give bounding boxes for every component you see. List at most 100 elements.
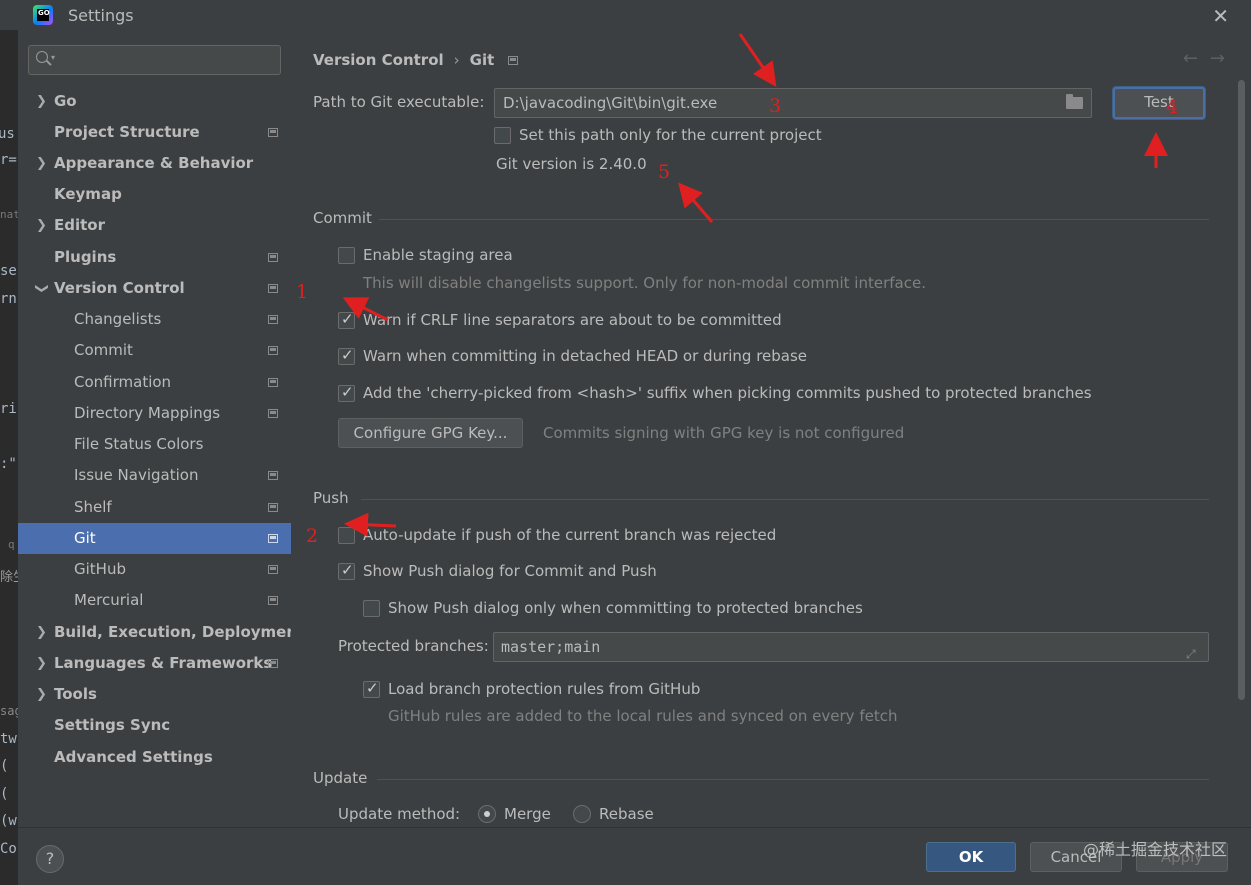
project-settings-icon (268, 378, 278, 387)
sidebar-item-label: Tools (54, 685, 97, 703)
forward-arrow-icon[interactable]: → (1210, 48, 1237, 69)
rebase-radio[interactable] (573, 805, 591, 823)
sidebar-item-mercurial[interactable]: Mercurial (18, 585, 291, 616)
sidebar-item-appearance-behavior[interactable]: ❯ Appearance & Behavior (18, 148, 291, 179)
sidebar-item-label: Editor (54, 216, 105, 234)
show-push-dialog-checkbox[interactable] (338, 561, 355, 580)
auto-update-checkbox[interactable] (338, 527, 355, 544)
git-path-value: D:\javacoding\Git\bin\git.exe (503, 94, 718, 112)
sidebar-item-editor[interactable]: ❯ Editor (18, 210, 291, 241)
settings-sidebar: ▾ ❯ Go Project Structure ❯ Appearance & … (18, 30, 304, 827)
goland-logo-icon: GO (33, 5, 53, 25)
breadcrumb-parent[interactable]: Version Control (313, 51, 444, 69)
sidebar-item-label: Appearance & Behavior (54, 154, 254, 172)
sidebar-item-label: Project Structure (54, 123, 200, 141)
bg-text: us (0, 126, 15, 142)
bg-text: q (8, 538, 15, 551)
git-path-field[interactable]: D:\javacoding\Git\bin\git.exe (494, 88, 1092, 118)
show-push-dialog-label: Show Push dialog for Commit and Push (363, 562, 657, 580)
watermark: @稀土掘金技术社区 (1082, 840, 1227, 859)
settings-content: Version Control › Git ←→ Path to Git execu… (291, 30, 1251, 827)
sidebar-item-label: Directory Mappings (74, 404, 221, 422)
sidebar-item-languages-frameworks[interactable]: ❯ Languages & Frameworks (18, 648, 291, 679)
update-method-label: Update method: (338, 805, 461, 823)
annotation-number-1: 1 (296, 281, 309, 303)
sidebar-item-version-control[interactable]: ❯ Version Control (18, 273, 291, 304)
bg-text: r= (0, 152, 17, 168)
sidebar-item-github[interactable]: GitHub (18, 554, 291, 585)
sidebar-item-settings-sync[interactable]: Settings Sync (18, 710, 291, 741)
folder-icon[interactable] (1066, 94, 1083, 109)
sidebar-item-label: Build, Execution, Deployment (54, 623, 305, 641)
rebase-label: Rebase (599, 805, 654, 823)
bg-text: ( (0, 786, 9, 802)
sidebar-item-directory-mappings[interactable]: Directory Mappings (18, 398, 291, 429)
search-icon (36, 51, 48, 63)
sidebar-item-label: File Status Colors (74, 435, 204, 453)
crlf-warning-checkbox[interactable] (338, 310, 355, 329)
merge-radio[interactable] (478, 805, 496, 823)
test-button[interactable]: Test (1113, 87, 1205, 119)
sidebar-item-go[interactable]: ❯ Go (18, 86, 291, 117)
sidebar-item-file-status-colors[interactable]: File Status Colors (18, 429, 291, 460)
cherry-pick-suffix-checkbox[interactable] (338, 383, 355, 402)
project-settings-icon (268, 315, 278, 324)
bg-text: nat (0, 208, 18, 221)
window-title: Settings (68, 6, 134, 25)
bg-text: Co (0, 841, 17, 857)
load-protection-rules-label: Load branch protection rules from GitHub (388, 680, 701, 698)
sidebar-item-label: Git (74, 529, 96, 547)
section-divider (361, 499, 1209, 500)
close-icon[interactable]: ✕ (1212, 4, 1229, 28)
project-only-checkbox[interactable] (494, 127, 511, 144)
sidebar-item-label: Shelf (74, 498, 112, 516)
detached-head-checkbox[interactable] (338, 346, 355, 365)
sidebar-item-label: Advanced Settings (54, 748, 213, 766)
annotation-number-5: 5 (658, 161, 671, 183)
settings-dialog: GO Settings ✕ ▾ ❯ Go Project Structure ❯… (0, 0, 1251, 885)
sidebar-item-advanced-settings[interactable]: Advanced Settings (18, 742, 291, 773)
back-arrow-icon[interactable]: ← (1183, 48, 1210, 69)
sidebar-item-shelf[interactable]: Shelf (18, 492, 291, 523)
sidebar-item-tools[interactable]: ❯ Tools (18, 679, 291, 710)
commit-section-title: Commit (313, 209, 372, 227)
project-settings-icon (268, 471, 278, 480)
sidebar-item-build-execution-deployment[interactable]: ❯ Build, Execution, Deployment (18, 617, 304, 648)
staging-area-checkbox[interactable] (338, 247, 355, 264)
sidebar-item-issue-navigation[interactable]: Issue Navigation (18, 460, 291, 491)
annotation-number-4: 4 (1166, 96, 1179, 118)
load-protection-rules-checkbox[interactable] (363, 679, 380, 698)
push-dialog-protected-checkbox[interactable] (363, 600, 380, 617)
auto-update-label: Auto-update if push of the current branc… (363, 526, 777, 544)
help-button[interactable]: ? (36, 845, 64, 873)
project-settings-icon (268, 409, 278, 418)
breadcrumb: Version Control › Git (313, 51, 519, 69)
project-settings-icon (268, 128, 278, 137)
sidebar-item-confirmation[interactable]: Confirmation (18, 367, 291, 398)
detached-head-label: Warn when committing in detached HEAD or… (363, 347, 808, 365)
content-scrollbar[interactable] (1238, 80, 1245, 700)
chevron-right-icon: ❯ (36, 656, 47, 671)
sidebar-item-changelists[interactable]: Changelists (18, 304, 291, 335)
cherry-pick-suffix-label: Add the 'cherry-picked from <hash>' suff… (363, 384, 1092, 402)
annotation-number-2: 2 (306, 525, 319, 547)
sidebar-item-project-structure[interactable]: Project Structure (18, 117, 291, 148)
ok-button[interactable]: OK (926, 842, 1016, 872)
project-settings-icon (268, 503, 278, 512)
search-input[interactable]: ▾ (28, 45, 281, 75)
configure-gpg-button[interactable]: Configure GPG Key... (338, 418, 523, 448)
protected-branches-input[interactable]: master;main ⤢ (493, 632, 1209, 662)
sidebar-item-plugins[interactable]: Plugins (18, 242, 291, 273)
project-settings-icon (268, 659, 278, 668)
sidebar-item-label: Confirmation (74, 373, 172, 391)
sidebar-item-git[interactable]: Git (18, 523, 291, 554)
sidebar-item-commit[interactable]: Commit (18, 335, 291, 366)
sidebar-item-label: Settings Sync (54, 716, 171, 734)
sidebar-item-keymap[interactable]: Keymap (18, 179, 291, 210)
sidebar-item-label: Plugins (54, 248, 117, 266)
expand-icon[interactable]: ⤢ (1186, 640, 1200, 661)
bg-text: ri (0, 401, 17, 417)
bg-text: 除生 (0, 570, 18, 585)
history-nav: ←→ (1183, 48, 1237, 69)
push-section-title: Push (313, 489, 349, 507)
